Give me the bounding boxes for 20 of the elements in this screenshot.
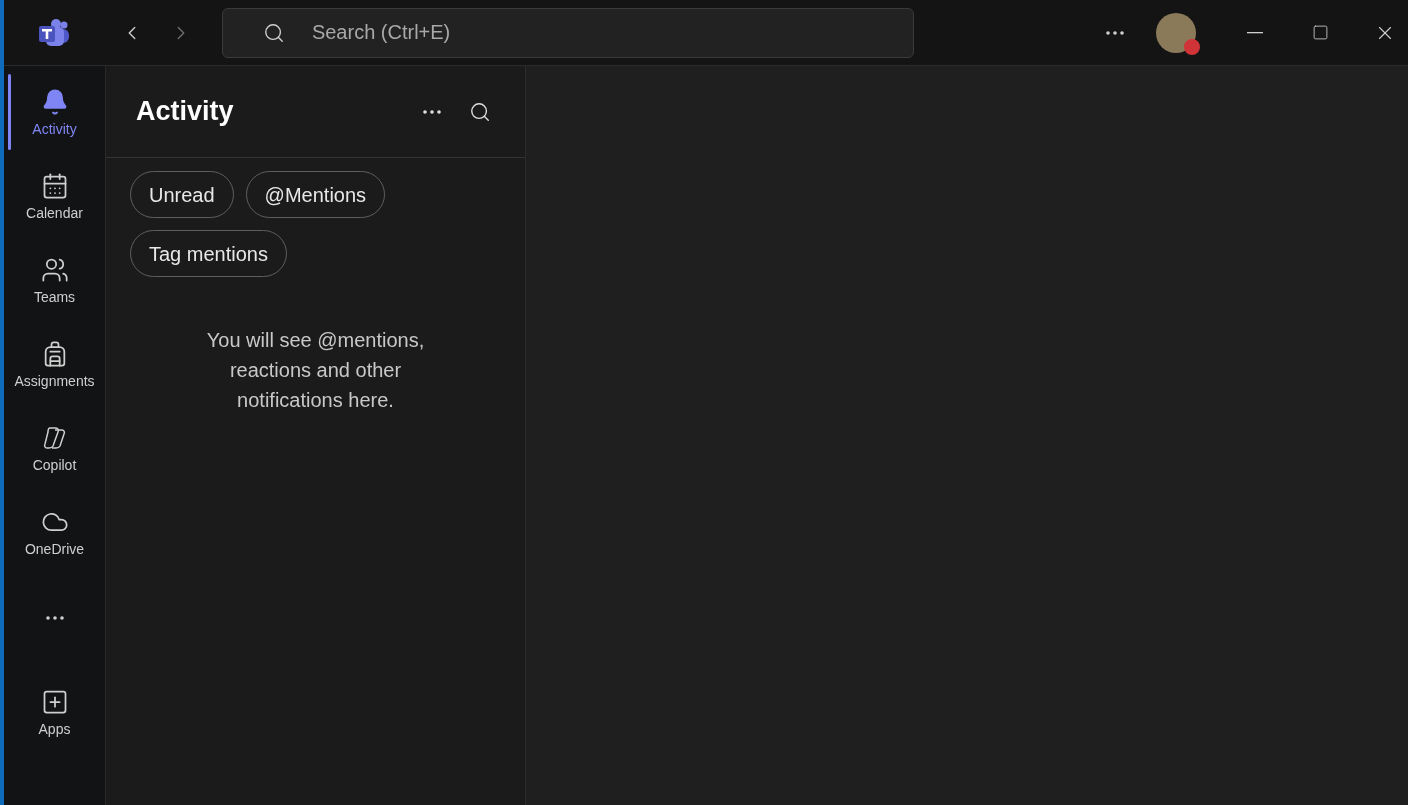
rail-item[interactable]: Copilot [4,408,105,492]
rail-item[interactable]: Activity [4,72,105,156]
empty-state-message: You will see @mentions, reactions and other notifications here. [205,328,426,413]
avatar[interactable] [1156,12,1197,53]
rail-item[interactable]: Apps [4,672,105,756]
people-icon [40,256,69,284]
search-field[interactable]: Search (Ctrl+E) [221,7,914,58]
app-logo-icon [37,17,72,48]
more-icon [45,616,64,620]
rail-item[interactable]: OneDrive [4,492,105,576]
search-icon [262,21,285,44]
more-icon [423,109,441,114]
rail-item[interactable]: Assignments [4,324,105,408]
more-icon [1105,30,1124,35]
maximize-icon [1311,24,1329,41]
minimize-icon [1246,31,1263,34]
rail-item[interactable]: Teams [4,240,105,324]
search-icon [469,100,491,123]
rail-item[interactable]: Calendar [4,156,105,240]
panel-title: Activity [136,95,234,129]
